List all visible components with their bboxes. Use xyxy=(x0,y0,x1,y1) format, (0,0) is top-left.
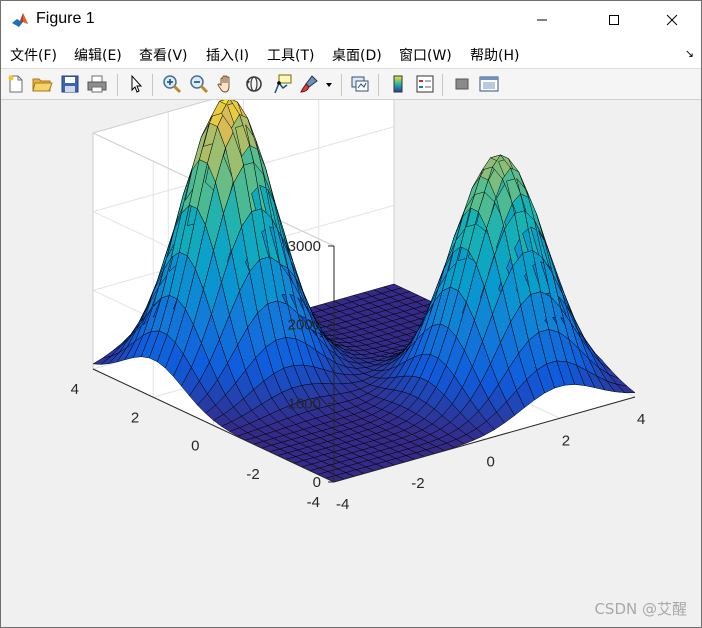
menu-edit[interactable]: 编辑(E) xyxy=(74,45,122,65)
maximize-icon xyxy=(609,15,619,25)
y-tick-label: -2 xyxy=(246,466,259,483)
brush-dropdown-icon[interactable] xyxy=(323,73,335,95)
menu-view[interactable]: 查看(V) xyxy=(139,45,188,65)
menu-insert[interactable]: 插入(I) xyxy=(206,45,249,65)
save-icon[interactable] xyxy=(59,73,81,95)
x-tick-label: 4 xyxy=(637,411,645,428)
figure-toolbar xyxy=(1,68,701,100)
toolbar-separator xyxy=(152,74,153,96)
toolbar-separator xyxy=(378,74,379,96)
print-icon[interactable] xyxy=(86,73,108,95)
matlab-logo-icon xyxy=(11,11,29,29)
new-figure-icon[interactable] xyxy=(5,73,27,95)
x-tick-label: -4 xyxy=(336,496,349,513)
z-tick-label: 3000 xyxy=(288,238,321,255)
x-tick-label: 2 xyxy=(562,432,570,449)
figure-canvas[interactable]: 0 1000 2000 3000 -4 -2 0 2 4 -4 -2 0 2 4 CSDN @艾醒 xyxy=(1,100,701,627)
z-tick-label: 1000 xyxy=(288,395,321,412)
menu-window[interactable]: 窗口(W) xyxy=(399,45,452,65)
hide-plot-tools-icon[interactable] xyxy=(451,73,473,95)
surface-plot[interactable]: 0 1000 2000 3000 -4 -2 0 2 4 -4 -2 0 2 4 xyxy=(1,100,701,627)
z-tick-label: 0 xyxy=(313,474,321,491)
pan-icon[interactable] xyxy=(215,73,237,95)
menu-desktop[interactable]: 桌面(D) xyxy=(332,45,382,65)
data-cursor-icon[interactable] xyxy=(271,73,293,95)
menu-file[interactable]: 文件(F) xyxy=(10,45,57,65)
rotate-3d-icon[interactable] xyxy=(243,73,265,95)
title-bar[interactable]: Figure 1 xyxy=(1,1,701,39)
toolbar-separator xyxy=(341,74,342,96)
figure-window: Figure 1 文件(F) 编辑(E) 查看(V) 插入(I) 工具(T) 桌… xyxy=(0,0,702,628)
zoom-out-icon[interactable] xyxy=(188,73,210,95)
y-tick-label: 2 xyxy=(131,409,139,426)
x-tick-label: 0 xyxy=(487,454,495,471)
toolbar-separator xyxy=(442,74,443,96)
close-icon xyxy=(666,14,678,26)
maximize-button[interactable] xyxy=(591,1,637,39)
y-tick-label: -4 xyxy=(307,494,320,511)
zoom-in-icon[interactable] xyxy=(161,73,183,95)
z-tick-label: 2000 xyxy=(288,317,321,334)
window-title: Figure 1 xyxy=(36,10,95,27)
x-tick-label: -2 xyxy=(411,475,424,492)
menu-bar: 文件(F) 编辑(E) 查看(V) 插入(I) 工具(T) 桌面(D) 窗口(W… xyxy=(1,39,701,68)
close-button[interactable] xyxy=(649,1,695,39)
brush-icon[interactable] xyxy=(298,73,320,95)
toolbar-separator xyxy=(117,74,118,96)
show-plot-tools-icon[interactable] xyxy=(478,73,500,95)
y-tick-label: 0 xyxy=(191,438,199,455)
pointer-icon[interactable] xyxy=(125,73,147,95)
legend-icon[interactable] xyxy=(414,73,436,95)
colorbar-icon[interactable] xyxy=(387,73,409,95)
y-tick-label: 4 xyxy=(71,381,79,398)
minimize-button[interactable] xyxy=(519,1,565,39)
menu-tools[interactable]: 工具(T) xyxy=(267,45,314,65)
minimize-icon xyxy=(537,19,547,21)
dock-arrow-icon[interactable]: ↘ xyxy=(685,47,694,60)
watermark: CSDN @艾醒 xyxy=(594,600,687,618)
menu-help[interactable]: 帮助(H) xyxy=(470,45,519,65)
open-file-icon[interactable] xyxy=(31,73,53,95)
link-plot-icon[interactable] xyxy=(349,73,371,95)
